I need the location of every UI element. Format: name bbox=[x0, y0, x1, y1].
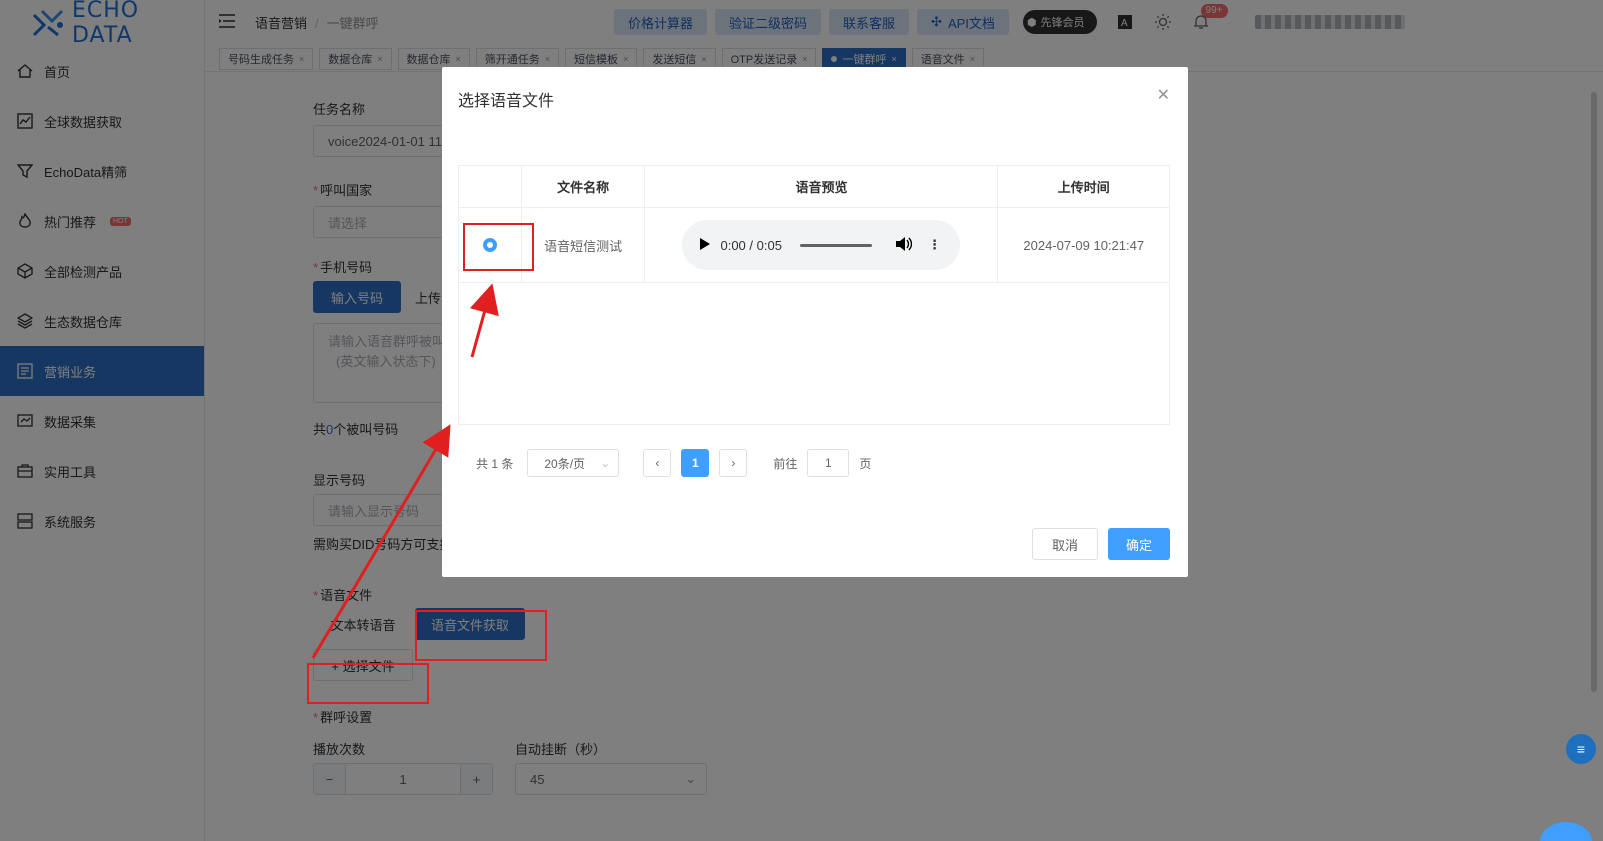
annotation-box-choose-file bbox=[307, 663, 429, 704]
goto-page-input[interactable]: 1 bbox=[807, 449, 850, 477]
voice-file-table: 文件名称 语音预览 上传时间 语音短信测试 0:00 / 0:05 ⋮ 2024… bbox=[458, 165, 1170, 425]
preview-cell: 0:00 / 0:05 ⋮ bbox=[645, 208, 999, 282]
menu-float-icon[interactable]: ≡ bbox=[1566, 734, 1596, 764]
upload-time-cell: 2024-07-09 10:21:47 bbox=[1023, 237, 1145, 253]
select-voice-file-dialog: 选择语音文件 ✕ 文件名称 语音预览 上传时间 语音短信测试 0:00 / 0:… bbox=[442, 67, 1188, 577]
table-header: 文件名称 语音预览 上传时间 bbox=[459, 166, 1169, 208]
column-select bbox=[459, 166, 522, 207]
annotation-box-voice-tab bbox=[415, 610, 547, 661]
cancel-button[interactable]: 取消 bbox=[1032, 528, 1098, 560]
page-size-value: 20条/页 bbox=[544, 456, 586, 471]
volume-icon[interactable] bbox=[895, 236, 913, 254]
goto-suffix: 页 bbox=[859, 456, 872, 471]
close-icon[interactable]: ✕ bbox=[1157, 85, 1170, 105]
column-upload-time: 上传时间 bbox=[1057, 180, 1110, 195]
total-count: 共 1 条 bbox=[476, 456, 514, 471]
more-options-icon[interactable]: ⋮ bbox=[928, 237, 941, 253]
goto-label: 前往 bbox=[773, 456, 798, 471]
prev-page-button[interactable]: ‹ bbox=[643, 449, 672, 477]
next-page-button[interactable]: › bbox=[719, 449, 748, 477]
file-name-cell: 语音短信测试 bbox=[522, 208, 646, 282]
chevron-down-icon: ⌄ bbox=[600, 456, 611, 470]
dialog-title: 选择语音文件 bbox=[458, 93, 555, 110]
play-icon[interactable] bbox=[700, 237, 711, 253]
page-number-current[interactable]: 1 bbox=[681, 449, 710, 477]
confirm-button[interactable]: 确定 bbox=[1108, 528, 1170, 560]
pagination: 共 1 条 20条/页 ⌄ ‹ 1 › 前往 1 页 bbox=[476, 449, 871, 477]
column-preview: 语音预览 bbox=[645, 166, 999, 207]
column-file-name: 文件名称 bbox=[522, 166, 646, 207]
annotation-box-radio bbox=[463, 223, 534, 271]
page-size-select[interactable]: 20条/页 ⌄ bbox=[527, 449, 620, 477]
table-row[interactable]: 语音短信测试 0:00 / 0:05 ⋮ 2024-07-09 10:21:47 bbox=[459, 208, 1169, 283]
audio-time: 0:00 / 0:05 bbox=[720, 237, 782, 253]
audio-progress-bar[interactable] bbox=[799, 243, 872, 247]
audio-player[interactable]: 0:00 / 0:05 ⋮ bbox=[682, 220, 961, 270]
